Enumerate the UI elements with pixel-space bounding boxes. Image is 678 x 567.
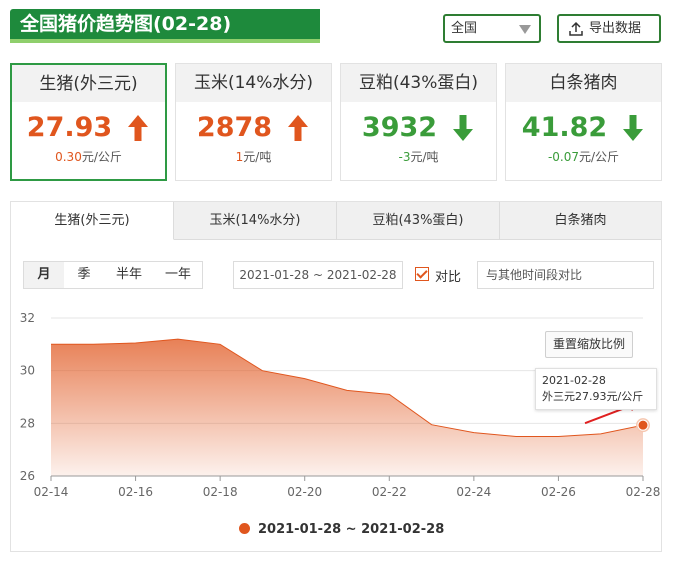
- y-tick-label: 26: [20, 469, 35, 483]
- card-value: 41.82: [506, 112, 661, 144]
- card-change: 0.30元/公斤: [12, 148, 165, 165]
- card-change: -0.07元/公斤: [506, 148, 661, 165]
- x-tick-label: 02-20: [287, 485, 322, 499]
- card-value: 3932: [341, 112, 496, 144]
- tooltip-text: 外三元27.93元/公斤: [542, 390, 644, 403]
- card-value: 2878: [176, 112, 331, 144]
- chart-panel: 生猪(外三元) 玉米(14%水分) 豆粕(43%蛋白) 白条猪肉 月 季 半年 …: [10, 201, 662, 552]
- card-pork[interactable]: 白条猪肉 41.82 -0.07元/公斤: [505, 63, 662, 181]
- page-title: 全国猪价趋势图(02-28): [10, 9, 320, 43]
- chart-tooltip: 2021-02-28 外三元27.93元/公斤: [535, 368, 657, 410]
- x-tick-label: 02-24: [456, 485, 491, 499]
- card-corn[interactable]: 玉米(14%水分) 2878 1元/吨: [175, 63, 332, 181]
- card-value-number: 3932: [361, 112, 438, 143]
- card-title: 玉米(14%水分): [176, 64, 331, 102]
- card-value-number: 2878: [196, 112, 273, 143]
- card-change-value: -3: [398, 150, 411, 164]
- card-value: 27.93: [12, 112, 165, 144]
- legend-dot: [239, 523, 250, 534]
- x-tick-label: 02-14: [34, 485, 69, 499]
- x-tick-label: 02-18: [203, 485, 238, 499]
- card-change: 1元/吨: [176, 148, 331, 165]
- export-data-button[interactable]: 导出数据: [557, 14, 661, 43]
- card-change: -3元/吨: [341, 148, 496, 165]
- card-change-value: 0.30: [55, 150, 82, 164]
- reset-zoom-button[interactable]: 重置缩放比例: [545, 331, 633, 358]
- arrow-up-icon: [126, 114, 150, 142]
- card-change-unit: 元/公斤: [81, 150, 122, 164]
- region-select-value: 全国: [451, 21, 478, 36]
- card-change-unit: 元/公斤: [579, 150, 620, 164]
- arrow-down-icon: [451, 114, 475, 142]
- arrow-up-icon: [286, 114, 310, 142]
- card-soybean-meal[interactable]: 豆粕(43%蛋白) 3932 -3元/吨: [340, 63, 497, 181]
- tooltip-date: 2021-02-28: [542, 374, 606, 387]
- card-value-number: 41.82: [521, 112, 608, 143]
- card-value-number: 27.93: [26, 112, 113, 143]
- x-tick-label: 02-28: [626, 485, 661, 499]
- upload-icon: [569, 21, 583, 36]
- y-tick-label: 30: [20, 364, 35, 378]
- card-live-pig[interactable]: 生猪(外三元) 27.93 0.30元/公斤: [10, 63, 167, 181]
- x-tick-label: 02-22: [372, 485, 407, 499]
- card-title: 白条猪肉: [506, 64, 661, 102]
- price-cards: 生猪(外三元) 27.93 0.30元/公斤 玉米(14%水分) 2878 1元…: [10, 63, 662, 181]
- y-tick-label: 32: [20, 311, 35, 325]
- arrow-down-icon: [621, 114, 645, 142]
- chevron-down-icon: [519, 25, 531, 34]
- card-title: 豆粕(43%蛋白): [341, 64, 496, 102]
- region-select[interactable]: 全国: [443, 14, 541, 43]
- card-title: 生猪(外三元): [12, 65, 165, 102]
- y-tick-label: 28: [20, 416, 35, 430]
- card-change-unit: 元/吨: [410, 150, 439, 164]
- highlight-point[interactable]: [637, 419, 649, 431]
- card-change-value: -0.07: [547, 150, 579, 164]
- x-tick-label: 02-16: [118, 485, 153, 499]
- export-data-label: 导出数据: [589, 21, 642, 36]
- card-change-unit: 元/吨: [243, 150, 272, 164]
- chart-legend[interactable]: 2021-01-28 ~ 2021-02-28: [239, 522, 444, 537]
- x-tick-label: 02-26: [541, 485, 576, 499]
- legend-label: 2021-01-28 ~ 2021-02-28: [258, 522, 445, 537]
